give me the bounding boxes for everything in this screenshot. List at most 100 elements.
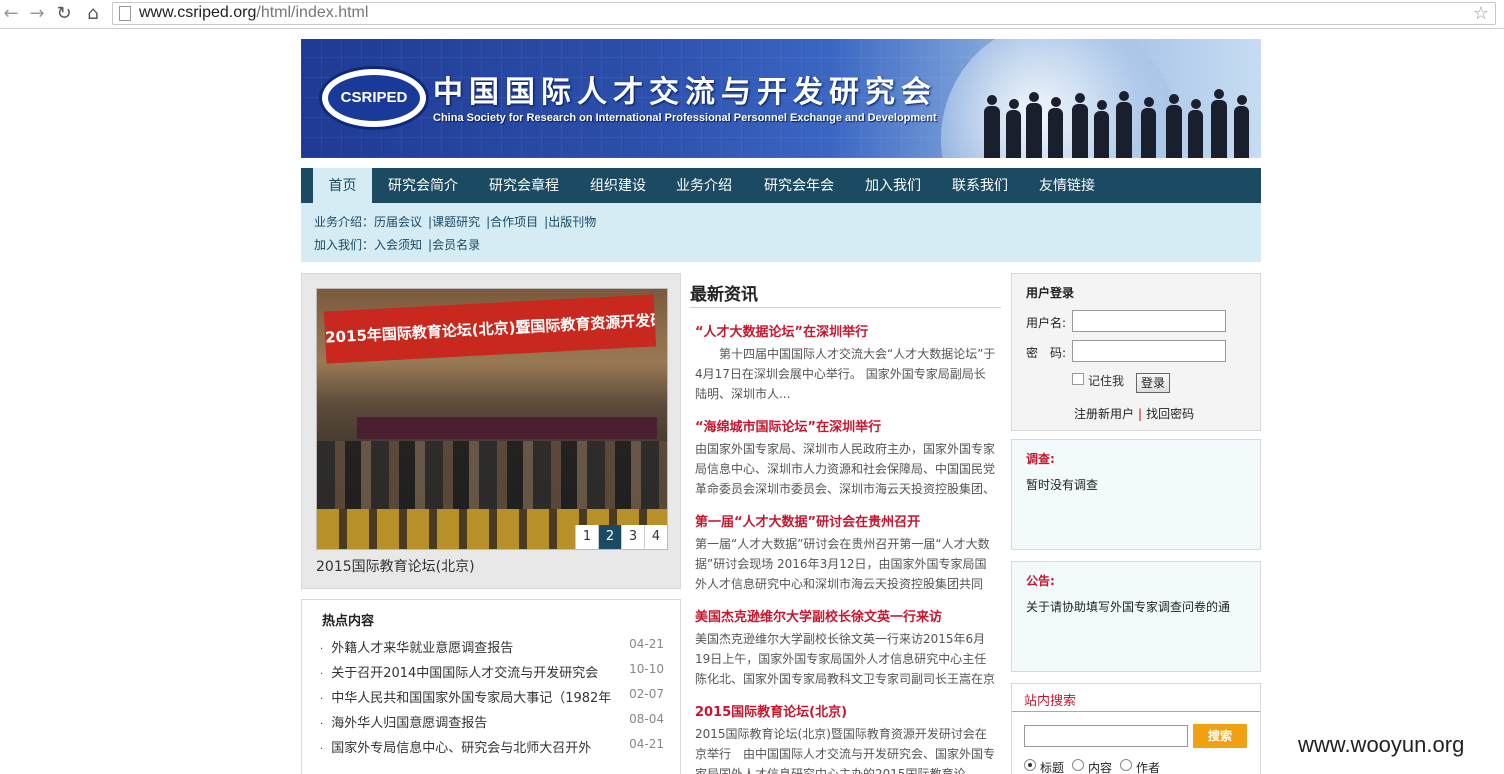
news-item-desc: 由国家外国专家局、深圳市人民政府主办，国家外国专家局信息中心、深圳市人力资源和社… [695,442,996,496]
news-item-title[interactable]: “人才大数据论坛”在深圳举行 [695,321,997,340]
news-item: “人才大数据论坛”在深圳举行 第十四届中国国际人才交流大会“人才大数据论坛”于4… [695,321,997,404]
notice-link[interactable]: 关于请协助填写外国专家调查问卷的通 [1026,598,1230,615]
radio-content[interactable] [1072,759,1084,771]
page-icon [119,6,131,21]
nav-item-annual-meeting[interactable]: 研究会年会 [764,168,834,203]
nav-item-contact[interactable]: 联系我们 [952,168,1008,203]
bullet-icon: · [320,719,324,730]
search-divider [1012,711,1260,712]
login-title: 用户登录 [1026,286,1075,300]
hot-item-title[interactable]: 海外华人归国意愿调查报告 [331,716,487,731]
home-icon[interactable]: ⌂ [82,3,104,25]
news-item-desc: 第一届“人才大数据”研讨会在贵州召开第一届“人才大数据”研讨会现场 2016年3… [695,537,990,591]
register-link[interactable]: 注册新用户 [1074,407,1134,421]
subnav-label: 业务介绍： [314,215,375,229]
news-item: 美国杰克逊维尔大学副校长徐文英一行来访 美国杰克逊维尔大学副校长徐文英一行来访2… [695,606,997,689]
slider-page-2[interactable]: 2 [598,525,621,549]
subnav-label: 加入我们： [314,238,375,252]
radio-author-label: 作者 [1136,761,1161,774]
remember-checkbox[interactable] [1072,373,1084,385]
subnav-row-business: 业务介绍：历届会议 |课题研究 |合作项目 |出版刊物 [314,213,596,230]
subnav-link[interactable]: 课题研究 [432,215,480,229]
news-item-title[interactable]: 第一届“人才大数据”研讨会在贵州召开 [695,511,997,530]
hot-item-title[interactable]: 外籍人才来华就业意愿调查报告 [331,641,513,656]
site-search-input[interactable] [1024,725,1188,747]
survey-title: 调查: [1026,452,1055,466]
subnav-link[interactable]: 出版刊物 [548,215,596,229]
notice-box: 公告: 关于请协助填写外国专家调查问卷的通 [1011,561,1261,672]
hot-item-title[interactable]: 国家外专局信息中心、研究会与北师大召开外 [331,741,591,756]
list-item[interactable]: · 国家外专局信息中心、研究会与北师大召开外 04-21 [320,737,664,756]
subnav-link[interactable]: 入会须知 [374,238,422,252]
slider-caption[interactable]: 2015国际教育论坛(北京) [316,556,475,576]
news-item: “海绵城市国际论坛”在深圳举行 由国家外国专家局、深圳市人民政府主办，国家外国专… [695,416,997,499]
news-item-desc: 2015国际教育论坛(北京)暨国际教育资源开发研讨会在京举行 由中国国际人才交流… [695,727,996,774]
search-button[interactable]: 搜索 [1193,724,1247,748]
logo-text: CSRIPED [328,75,420,121]
bullet-icon: · [320,669,324,680]
list-item[interactable]: · 关于召开2014中国国际人才交流与开发研究会 10-10 [320,662,664,681]
site-search-title: 站内搜索 [1024,694,1077,709]
hot-item-date: 08-04 [629,712,664,726]
radio-author[interactable] [1120,759,1132,771]
site-title-cn: 中国国际人才交流与开发研究会 [433,75,937,110]
nav-item-charter[interactable]: 研究会章程 [489,168,559,203]
survey-box: 调查: 暂时没有调查 [1011,439,1261,550]
reload-icon[interactable]: ↻ [53,3,75,25]
radio-title[interactable] [1024,759,1036,771]
slider-page-4[interactable]: 4 [644,525,667,549]
back-arrow-icon[interactable]: ← [0,3,22,25]
forgot-password-link[interactable]: 找回密码 [1146,407,1194,421]
nav-item-organization[interactable]: 组织建设 [590,168,646,203]
sub-nav: 业务介绍：历届会议 |课题研究 |合作项目 |出版刊物 加入我们：入会须知 |会员名录 [301,203,1261,262]
hot-item-title[interactable]: 关于召开2014中国国际人才交流与开发研究会 [331,666,598,681]
hot-item-date: 04-21 [629,737,664,751]
subnav-link[interactable]: 会员名录 [432,238,480,252]
slider-pager: 1 2 3 4 [575,525,667,549]
subnav-row-join: 加入我们：入会须知 |会员名录 [314,236,480,253]
watermark: www.wooyun.org [1298,732,1465,757]
news-item-desc: 美国杰克逊维尔大学副校长徐文英一行来访2015年6月19日上午，国家外国专家局国… [695,632,996,686]
subnav-link[interactable]: 历届会议 [374,215,422,229]
photo-table [357,417,657,439]
nav-item-join[interactable]: 加入我们 [865,168,921,203]
list-item[interactable]: · 海外华人归国意愿调查报告 08-04 [320,712,664,731]
radio-title-label: 标题 [1040,761,1065,774]
password-label: 密 码: [1026,346,1067,360]
survey-text: 暂时没有调查 [1026,478,1099,492]
hot-content-title: 热点内容 [322,614,375,629]
login-box: 用户登录 用户名: 密 码: 记住我 登录 注册新用户 | 找回密码 [1011,273,1261,431]
bullet-icon: · [320,744,324,755]
photo-banner-text: 2015年国际教育论坛(北京)暨国际教育资源开发研讨会 [323,294,657,364]
password-field[interactable] [1072,340,1226,362]
link-separator: | [1138,407,1143,421]
slider-photo[interactable]: 2015年国际教育论坛(北京)暨国际教育资源开发研讨会 1 2 3 4 [316,288,668,550]
site-search-box: 站内搜索 搜索 标题 内容 作者 [1011,683,1261,774]
bookmark-star-icon[interactable]: ☆ [1473,3,1489,24]
url-text: www.csriped.org/html/index.html [139,4,369,21]
list-item[interactable]: · 外籍人才来华就业意愿调查报告 04-21 [320,637,664,656]
username-field[interactable] [1072,310,1226,332]
site-banner: CSRIPED 中国国际人才交流与开发研究会 China Society for… [301,39,1261,158]
subnav-link[interactable]: 合作项目 [490,215,538,229]
news-item: 2015国际教育论坛(北京) 2015国际教育论坛(北京)暨国际教育资源开发研讨… [695,701,997,774]
site-title-en: China Society for Research on Internatio… [433,112,937,124]
people-silhouettes [976,78,1261,158]
login-button[interactable]: 登录 [1136,373,1171,393]
nav-item-business[interactable]: 业务介绍 [676,168,732,203]
list-item[interactable]: · 中华人民共和国国家外国专家局大事记（1982年 02-07 [320,687,664,706]
hot-item-title[interactable]: 中华人民共和国国家外国专家局大事记（1982年 [331,691,611,706]
news-item-title[interactable]: “海绵城市国际论坛”在深圳举行 [695,416,997,435]
slider-page-1[interactable]: 1 [575,525,598,549]
nav-item-about[interactable]: 研究会简介 [388,168,458,203]
site-logo[interactable]: CSRIPED [319,66,429,130]
radio-content-label: 内容 [1088,761,1113,774]
news-item-title[interactable]: 2015国际教育论坛(北京) [695,701,997,720]
nav-item-links[interactable]: 友情链接 [1039,168,1095,203]
photo-slider: 2015年国际教育论坛(北京)暨国际教育资源开发研讨会 1 2 3 4 2015… [301,273,681,589]
forward-arrow-icon[interactable]: → [26,3,48,25]
slider-page-3[interactable]: 3 [621,525,644,549]
address-bar[interactable]: www.csriped.org/html/index.html ☆ [112,2,1496,25]
nav-item-home[interactable]: 首页 [313,168,372,203]
news-item-title[interactable]: 美国杰克逊维尔大学副校长徐文英一行来访 [695,606,997,625]
